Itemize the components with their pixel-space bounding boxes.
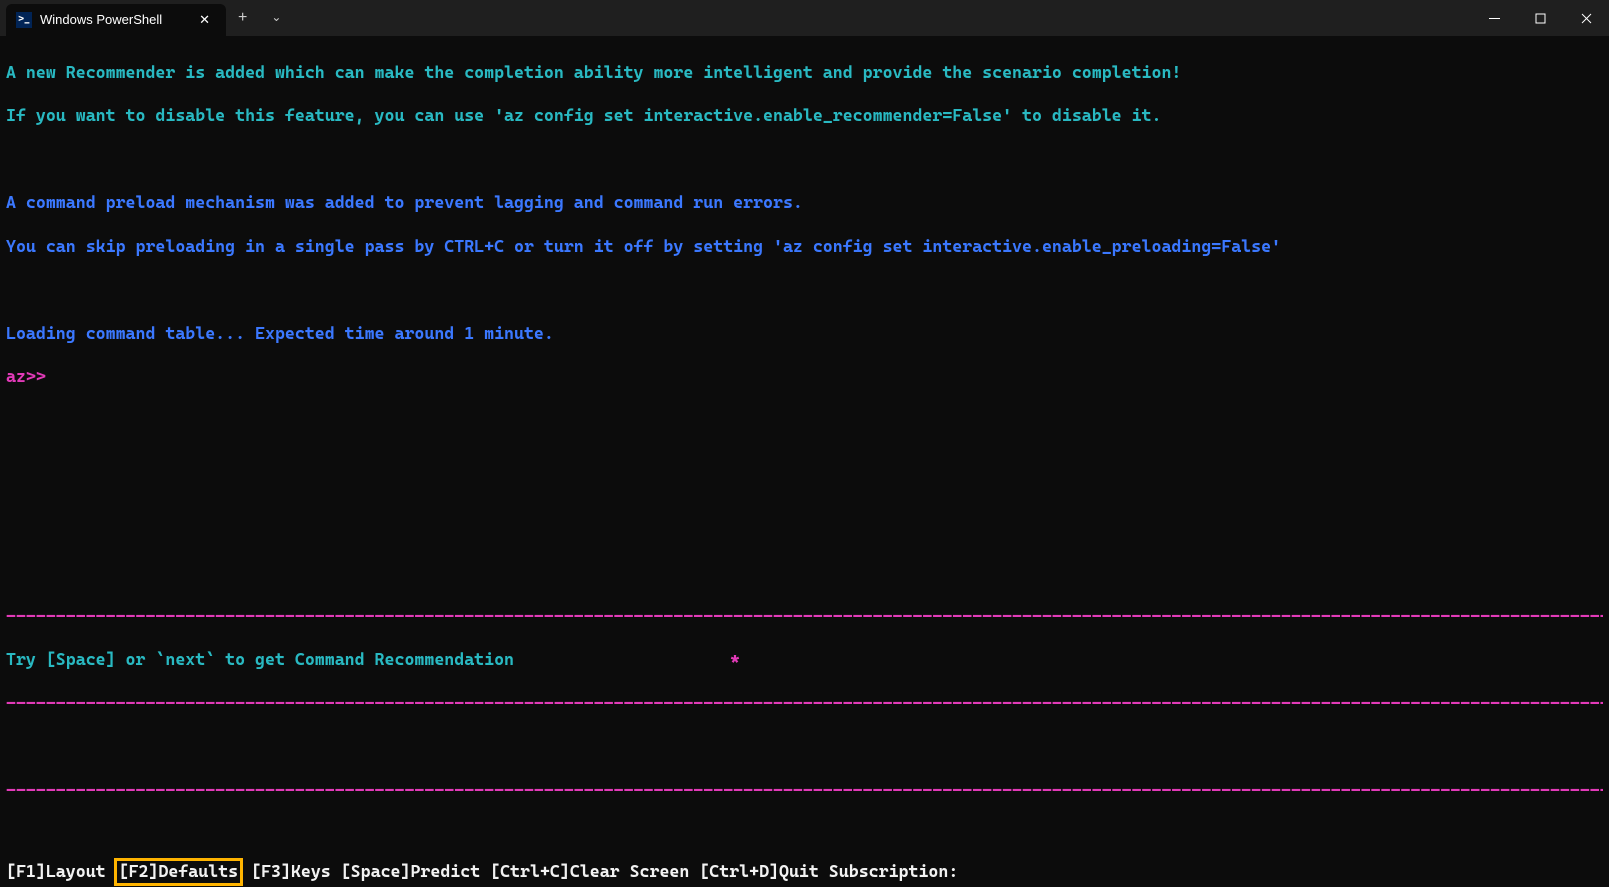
star-icon: * [730, 649, 740, 671]
prompt[interactable]: az>> [6, 366, 1603, 388]
minimize-button[interactable] [1471, 0, 1517, 36]
loading-line: Loading command table... Expected time a… [6, 323, 1603, 345]
tab-dropdown-button[interactable]: ⌄ [259, 10, 293, 25]
tab-close-button[interactable]: ✕ [193, 10, 216, 31]
close-button[interactable] [1563, 0, 1609, 36]
window-controls [1471, 0, 1609, 36]
tab-powershell[interactable]: >_ Windows PowerShell ✕ [6, 4, 226, 36]
hint-line: Try [Space] or `next` to get Command Rec… [6, 649, 514, 669]
tab-title: Windows PowerShell [40, 12, 185, 29]
info-line: You can skip preloading in a single pass… [6, 236, 1603, 258]
maximize-button[interactable] [1517, 0, 1563, 36]
tab-actions: + ⌄ [226, 0, 293, 36]
highlight-f2: [F2]Defaults [114, 858, 244, 886]
titlebar: >_ Windows PowerShell ✕ + ⌄ [0, 0, 1609, 36]
footer-f1: [F1]Layout [6, 861, 116, 881]
terminal-output[interactable]: A new Recommender is added which can mak… [0, 36, 1609, 861]
footer-bar: [F1]Layout [F2]Defaults [F3]Keys [Space]… [0, 861, 1609, 887]
info-line: If you want to disable this feature, you… [6, 105, 1603, 127]
info-line: A command preload mechanism was added to… [6, 192, 1603, 214]
footer-rest: [F3]Keys [Space]Predict [Ctrl+C]Clear Sc… [241, 861, 958, 881]
divider: ----------------------------------------… [6, 606, 1603, 628]
divider: ----------------------------------------… [6, 693, 1603, 715]
info-line: A new Recommender is added which can mak… [6, 62, 1603, 84]
divider: ----------------------------------------… [6, 780, 1603, 802]
footer-f2: [F2]Defaults [119, 861, 239, 881]
powershell-icon: >_ [16, 12, 32, 28]
new-tab-button[interactable]: + [226, 8, 259, 28]
